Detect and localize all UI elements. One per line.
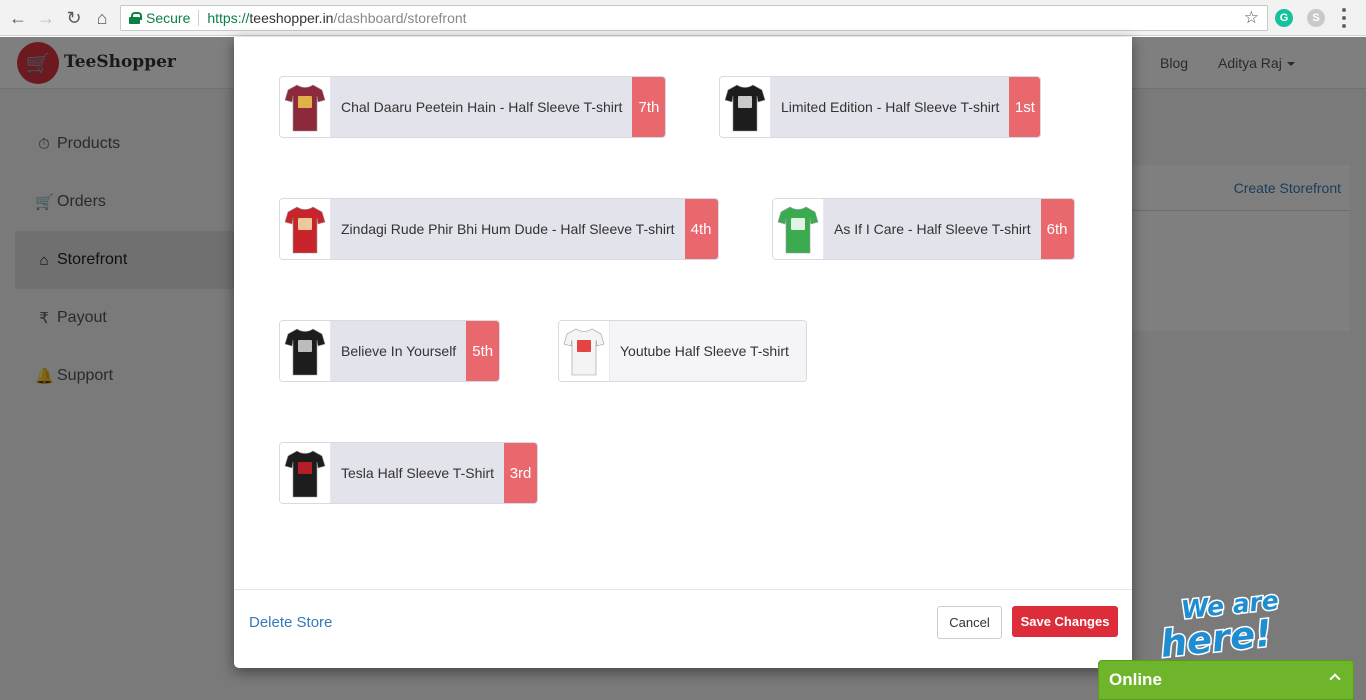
product-name: Zindagi Rude Phir Bhi Hum Dude - Half Sl…	[331, 199, 685, 259]
product-card[interactable]: Youtube Half Sleeve T-shirt	[558, 320, 807, 382]
address-divider	[198, 10, 200, 26]
product-name: Believe In Yourself	[331, 321, 467, 381]
we-are-here-badge[interactable]: We are here!	[1155, 584, 1300, 667]
product-card[interactable]: Limited Edition - Half Sleeve T-shirt 1s…	[719, 76, 1042, 138]
product-card[interactable]: Tesla Half Sleeve T-Shirt 3rd	[279, 442, 539, 504]
tshirt-print	[298, 96, 312, 108]
rank-badge: 5th	[466, 321, 500, 381]
tshirt-thumbnail	[280, 77, 331, 137]
grammarly-extension-icon[interactable]: G	[1275, 9, 1293, 27]
modal-footer: Delete Store Cancel Save Changes	[234, 589, 1132, 668]
secure-label: Secure	[146, 10, 191, 26]
chat-status-bar[interactable]: Online	[1098, 660, 1354, 700]
tshirt-print	[298, 218, 312, 230]
storefront-modal: Chal Daaru Peetein Hain - Half Sleeve T-…	[234, 37, 1132, 668]
url-path: /dashboard/storefront	[333, 10, 467, 26]
url-scheme: https://	[207, 10, 250, 26]
product-name: Youtube Half Sleeve T-shirt	[610, 321, 806, 381]
address-bar[interactable]: Secure https://teeshopper.in/dashboard/s…	[120, 5, 1268, 31]
rank-badge: 1st	[1009, 77, 1041, 137]
skype-extension-icon[interactable]: S	[1307, 9, 1325, 27]
bookmark-star-icon[interactable]: ☆	[1244, 8, 1259, 28]
save-changes-button[interactable]: Save Changes	[1012, 606, 1118, 637]
tshirt-print	[298, 340, 312, 352]
product-name: As If I Care - Half Sleeve T-shirt	[824, 199, 1041, 259]
home-icon[interactable]: ⌂	[88, 4, 116, 32]
tshirt-thumbnail	[280, 321, 331, 381]
delete-store-link[interactable]: Delete Store	[249, 614, 332, 631]
tshirt-thumbnail	[559, 321, 610, 381]
tshirt-print	[577, 340, 591, 352]
product-card[interactable]: Zindagi Rude Phir Bhi Hum Dude - Half Sl…	[279, 198, 719, 260]
tshirt-print	[298, 462, 312, 474]
product-card[interactable]: Chal Daaru Peetein Hain - Half Sleeve T-…	[279, 76, 667, 138]
product-name: Tesla Half Sleeve T-Shirt	[331, 443, 505, 503]
tshirt-thumbnail	[280, 443, 331, 503]
product-name: Limited Edition - Half Sleeve T-shirt	[771, 77, 1010, 137]
rank-badge: 3rd	[504, 443, 538, 503]
chevron-up-icon[interactable]	[1329, 673, 1341, 685]
forward-arrow-icon[interactable]: →	[32, 4, 60, 32]
tshirt-print	[791, 218, 805, 230]
rank-badge: 7th	[632, 77, 666, 137]
tshirt-thumbnail	[773, 199, 824, 259]
browser-menu-icon[interactable]	[1342, 8, 1346, 28]
browser-toolbar: ← → ↻ ⌂ Secure https://teeshopper.in/das…	[0, 0, 1366, 36]
badge-line-2: here!	[1158, 611, 1274, 660]
product-card[interactable]: As If I Care - Half Sleeve T-shirt 6th	[772, 198, 1075, 260]
product-name: Chal Daaru Peetein Hain - Half Sleeve T-…	[331, 77, 633, 137]
cancel-button[interactable]: Cancel	[937, 606, 1002, 639]
url-host: teeshopper.in	[249, 10, 334, 26]
back-arrow-icon[interactable]: ←	[4, 4, 32, 32]
product-card[interactable]: Believe In Yourself 5th	[279, 320, 501, 382]
chat-status-label: Online	[1109, 670, 1162, 689]
tshirt-thumbnail	[280, 199, 331, 259]
reload-icon[interactable]: ↻	[60, 4, 88, 32]
lock-icon	[129, 12, 142, 24]
rank-badge: 6th	[1040, 199, 1074, 259]
tshirt-print	[738, 96, 752, 108]
tshirt-thumbnail	[720, 77, 771, 137]
rank-badge: 4th	[684, 199, 718, 259]
